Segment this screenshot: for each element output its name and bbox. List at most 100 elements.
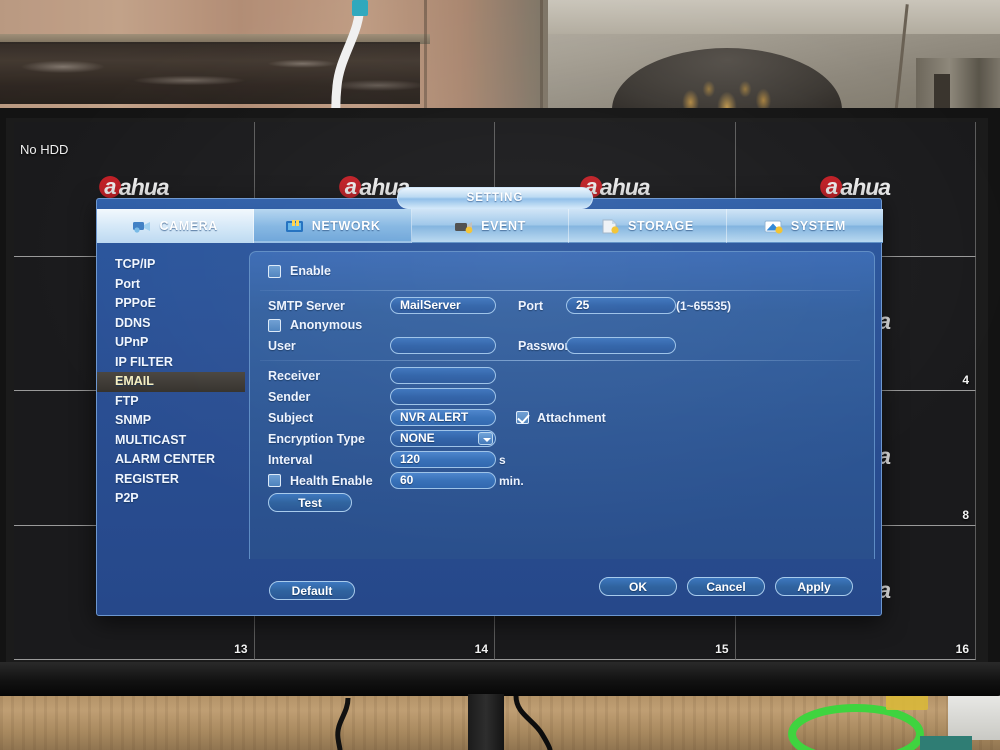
user-input[interactable] (390, 337, 496, 354)
teal-object (920, 736, 972, 750)
enable-checkbox[interactable] (268, 264, 281, 278)
network-sidebar-menu[interactable]: TCP/IP Port PPPoE DDNS UPnP IP FILTER EMAIL FTP… (97, 243, 245, 617)
encryption-type-label: Encryption Type (268, 431, 366, 446)
subject-label: Subject (268, 410, 314, 425)
tab-network[interactable]: NETWORK (254, 209, 412, 243)
channel-number: 13 (234, 642, 248, 656)
sidebar-item-email[interactable]: EMAIL (97, 372, 245, 392)
sidebar-item-ip-filter[interactable]: IP FILTER (97, 353, 245, 373)
encryption-type-row: Encryption Type NONE (268, 430, 496, 447)
interval-label: Interval (268, 452, 313, 467)
sidebar-item-pppoe[interactable]: PPPoE (97, 294, 245, 314)
sidebar-item-snmp[interactable]: SNMP (97, 411, 245, 431)
receiver-row: Receiver (268, 367, 496, 384)
channel-number: 14 (474, 642, 488, 656)
dahua-a-mark: a (98, 176, 121, 199)
sidebar-item-ftp[interactable]: FTP (97, 392, 245, 412)
chevron-down-icon[interactable] (478, 432, 493, 445)
monitor-screen: aahuaTECHNOLOGYaahuaTECHNOLOGYaahuaTECHN… (14, 122, 976, 660)
smtp-server-input[interactable]: MailServer (390, 297, 496, 314)
no-hdd-status: No HDD (20, 142, 69, 157)
apply-button[interactable]: Apply (775, 577, 853, 596)
subject-row: Subject NVR ALERT Attachment (268, 409, 606, 426)
tab-camera[interactable]: CAMERA (97, 209, 255, 243)
sender-input[interactable] (390, 388, 496, 405)
network-icon (285, 219, 305, 234)
dahua-a-mark: a (339, 176, 362, 199)
channel-number: 15 (715, 642, 729, 656)
sidebar-item-alarm-center[interactable]: ALARM CENTER (97, 450, 245, 470)
receiver-input[interactable] (390, 367, 496, 384)
tab-label: NETWORK (311, 219, 381, 233)
channel-number: 8 (962, 507, 969, 522)
health-enable-label: Health Enable (290, 473, 373, 488)
anonymous-checkbox[interactable] (268, 318, 281, 332)
sidebar-item-upnp[interactable]: UPnP (97, 333, 245, 353)
sidebar-item-port[interactable]: Port (97, 275, 245, 295)
email-settings-panel: Enable SMTP Server MailServer Port 25 (1… (249, 251, 875, 559)
interval-input[interactable]: 120 (390, 451, 496, 468)
interval-row: Interval 120 s (268, 451, 506, 468)
dahua-wordmark: ahua (599, 173, 651, 200)
attachment-label: Attachment (537, 410, 606, 425)
divider (260, 360, 860, 361)
port-label: Port (518, 298, 543, 313)
tab-label: STORAGE (628, 219, 694, 233)
dahua-wordmark: ahua (118, 173, 170, 200)
receiver-label: Receiver (268, 368, 321, 383)
dialog-footer: Default OK Cancel Apply (97, 563, 883, 615)
test-button[interactable]: Test (268, 493, 352, 512)
storage-icon (601, 219, 621, 234)
sidebar-item-multicast[interactable]: MULTICAST (97, 431, 245, 451)
default-button[interactable]: Default (269, 581, 355, 600)
dialog-title: SETTING (397, 187, 593, 209)
dahua-a-mark: a (820, 176, 843, 199)
health-enable-row: Health Enable 60 min. (268, 472, 524, 489)
camera-icon (132, 219, 152, 234)
password-input[interactable] (566, 337, 676, 354)
ok-button[interactable]: OK (599, 577, 677, 596)
room-photo-background: aahuaTECHNOLOGYaahuaTECHNOLOGYaahuaTECHN… (0, 0, 1000, 750)
user-label: User (268, 338, 296, 353)
health-enable-checkbox[interactable] (268, 474, 281, 487)
sidebar-item-tcp-ip[interactable]: TCP/IP (97, 255, 245, 275)
sidebar-item-register[interactable]: REGISTER (97, 470, 245, 490)
system-icon (764, 219, 784, 234)
enable-label: Enable (290, 264, 331, 278)
event-icon (454, 219, 474, 234)
sender-label: Sender (268, 389, 311, 404)
anonymous-row[interactable]: Anonymous (268, 318, 362, 332)
tab-event[interactable]: EVENT (412, 209, 570, 243)
port-range-hint: (1~65535) (676, 298, 732, 313)
anonymous-label: Anonymous (290, 318, 363, 332)
setting-dialog: SETTING CAMERA NETWORK EVENT STORAGE SYSTEM … (96, 187, 883, 617)
tab-system[interactable]: SYSTEM (727, 209, 883, 243)
monitor-cable-icon (513, 696, 553, 750)
port-input[interactable]: 25 (566, 297, 676, 314)
white-device (948, 694, 1000, 740)
subject-input[interactable]: NVR ALERT (390, 409, 496, 426)
dialog-tab-bar[interactable]: CAMERA NETWORK EVENT STORAGE SYSTEM (97, 209, 883, 243)
monitor-stand-neck (468, 694, 504, 750)
smtp-server-row: SMTP Server MailServer Port 25 (1~65535) (268, 297, 731, 314)
channel-number: 4 (962, 373, 969, 387)
tab-label: EVENT (481, 219, 526, 233)
sidebar-item-p2p[interactable]: P2P (97, 489, 245, 509)
health-interval-input[interactable]: 60 (390, 472, 496, 489)
health-unit: min. (499, 473, 524, 488)
divider (260, 290, 860, 291)
smtp-server-label: SMTP Server (268, 298, 345, 313)
tab-label: SYSTEM (790, 219, 846, 233)
interval-unit: s (499, 452, 506, 467)
attachment-checkbox[interactable] (516, 411, 529, 424)
encryption-type-select[interactable]: NONE (390, 430, 496, 447)
cancel-button[interactable]: Cancel (687, 577, 765, 596)
password-label: Password (518, 338, 578, 353)
monitor-chin (0, 662, 1000, 696)
ceiling-lip (548, 0, 1000, 34)
tab-storage[interactable]: STORAGE (569, 209, 727, 243)
enable-row[interactable]: Enable (268, 264, 331, 278)
tab-label: CAMERA (159, 219, 218, 233)
user-row: User Password (268, 337, 676, 354)
sidebar-item-ddns[interactable]: DDNS (97, 314, 245, 334)
